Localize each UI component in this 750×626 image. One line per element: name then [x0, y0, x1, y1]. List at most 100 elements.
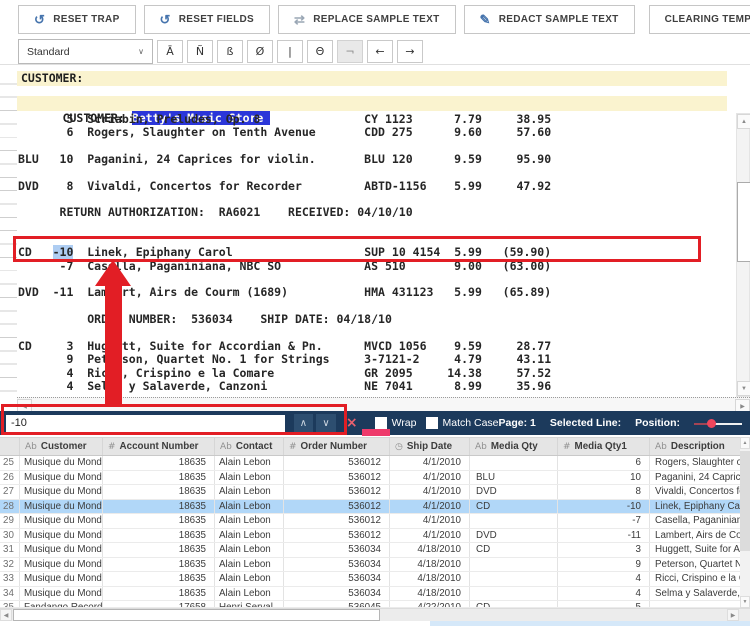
account-number-cell[interactable]: 18635: [103, 485, 215, 499]
customer-cell[interactable]: Musique du Monde: [20, 543, 103, 557]
pattern-char-button[interactable]: ß: [217, 40, 243, 63]
account-number-cell[interactable]: 18635: [103, 514, 215, 528]
scrollbar-thumb[interactable]: [13, 609, 380, 621]
scrollbar-thumb[interactable]: [740, 451, 750, 551]
pattern-char-button[interactable]: ←: [367, 40, 393, 63]
media-qty-cell[interactable]: CD: [470, 500, 558, 514]
description-cell[interactable]: Huggett, Suite for Ac...: [650, 543, 740, 557]
media-qty1-cell[interactable]: 6: [558, 456, 650, 470]
column-header[interactable]: Ab Media Qty: [470, 438, 558, 455]
media-qty-cell[interactable]: DVD: [470, 529, 558, 543]
order-number-cell[interactable]: 536012: [284, 485, 390, 499]
scrollbar-thumb[interactable]: [737, 182, 750, 262]
media-qty-cell[interactable]: CD: [470, 543, 558, 557]
table-row[interactable]: 27 Musique du Monde 18635 Alain Lebon 53…: [0, 485, 740, 500]
toolbar-button[interactable]: ✎ REDACT SAMPLE TEXT: [464, 5, 635, 34]
media-qty1-cell[interactable]: -10: [558, 500, 650, 514]
ship-date-cell[interactable]: 4/1/2010: [390, 456, 470, 470]
column-header[interactable]: # Order Number: [284, 438, 390, 455]
grid-vertical-scrollbar[interactable]: ▲ ▼: [740, 437, 750, 608]
order-number-cell[interactable]: 536012: [284, 529, 390, 543]
table-row[interactable]: 29 Musique du Monde 18635 Alain Lebon 53…: [0, 514, 740, 529]
order-number-cell[interactable]: 536034: [284, 587, 390, 601]
customer-cell[interactable]: Fandango Records: [20, 601, 103, 607]
wrap-checkbox[interactable]: [375, 417, 387, 429]
order-number-cell[interactable]: 536012: [284, 471, 390, 485]
table-row[interactable]: 26 Musique du Monde 18635 Alain Lebon 53…: [0, 471, 740, 486]
order-number-cell[interactable]: 536012: [284, 500, 390, 514]
description-cell[interactable]: Rogers, Slaughter on...: [650, 456, 740, 470]
table-row[interactable]: 30 Musique du Monde 18635 Alain Lebon 53…: [0, 529, 740, 544]
table-row[interactable]: 34 Musique du Monde 18635 Alain Lebon 53…: [0, 587, 740, 602]
account-number-cell[interactable]: 18635: [103, 456, 215, 470]
table-row[interactable]: 35 Fandango Records 17658 Henri Serval 5…: [0, 601, 740, 608]
account-number-cell[interactable]: 18635: [103, 500, 215, 514]
contact-cell[interactable]: Alain Lebon: [215, 485, 284, 499]
account-number-cell[interactable]: 18635: [103, 529, 215, 543]
column-header[interactable]: # Media Qty1: [558, 438, 650, 455]
description-cell[interactable]: Lambert, Airs de Cou...: [650, 529, 740, 543]
scroll-up-icon[interactable]: ▲: [737, 114, 750, 129]
trap-highlight-band[interactable]: CUSTOMER:: [17, 71, 727, 86]
account-number-cell[interactable]: 17658: [103, 601, 215, 607]
contact-cell[interactable]: Alain Lebon: [215, 529, 284, 543]
account-number-cell[interactable]: 18635: [103, 572, 215, 586]
description-cell[interactable]: Vivaldi, Concertos for...: [650, 485, 740, 499]
pattern-char-button[interactable]: Ø: [247, 40, 273, 63]
pattern-char-button[interactable]: |: [277, 40, 303, 63]
contact-cell[interactable]: Alain Lebon: [215, 514, 284, 528]
customer-cell[interactable]: Musique du Monde: [20, 485, 103, 499]
ship-date-cell[interactable]: 4/1/2010: [390, 500, 470, 514]
toolbar-button[interactable]: ↺ RESET TRAP: [18, 5, 136, 34]
panel-splitter-handle[interactable]: [362, 429, 390, 436]
column-header[interactable]: # Account Number: [103, 438, 215, 455]
pattern-char-button[interactable]: ¬: [337, 40, 363, 63]
contact-cell[interactable]: Alain Lebon: [215, 500, 284, 514]
scroll-left-icon[interactable]: ◀: [0, 609, 12, 621]
customer-cell[interactable]: Musique du Monde: [20, 558, 103, 572]
order-number-cell[interactable]: 536034: [284, 572, 390, 586]
ship-date-cell[interactable]: 4/1/2010: [390, 485, 470, 499]
toolbar-button[interactable]: ↺ RESET FIELDS: [144, 5, 270, 34]
contact-cell[interactable]: Alain Lebon: [215, 572, 284, 586]
media-qty-cell[interactable]: [470, 456, 558, 470]
customer-cell[interactable]: Musique du Monde: [20, 587, 103, 601]
media-qty1-cell[interactable]: 5: [558, 601, 650, 607]
pattern-type-select[interactable]: Standard ∨: [18, 39, 153, 64]
media-qty-cell[interactable]: [470, 514, 558, 528]
media-qty-cell[interactable]: [470, 572, 558, 586]
order-number-cell[interactable]: 536012: [284, 456, 390, 470]
toolbar-button[interactable]: ⇄ REPLACE SAMPLE TEXT: [278, 5, 455, 34]
media-qty-cell[interactable]: [470, 558, 558, 572]
column-header[interactable]: ◷ Ship Date: [390, 438, 470, 455]
grid-horizontal-scrollbar[interactable]: ◀ ▶: [0, 608, 750, 621]
ship-date-cell[interactable]: 4/1/2010: [390, 514, 470, 528]
media-qty-cell[interactable]: [470, 587, 558, 601]
customer-cell[interactable]: Musique du Monde: [20, 500, 103, 514]
scroll-down-icon[interactable]: ▼: [737, 381, 750, 396]
account-number-cell[interactable]: 18635: [103, 587, 215, 601]
position-slider[interactable]: [694, 419, 742, 428]
column-header[interactable]: Ab Description: [650, 438, 740, 455]
media-qty1-cell[interactable]: 4: [558, 572, 650, 586]
media-qty1-cell[interactable]: 8: [558, 485, 650, 499]
report-lines[interactable]: 5 Scriabin, Preludes, Op. 8 CY 1123 7.79…: [18, 112, 727, 393]
match-case-checkbox[interactable]: [426, 417, 438, 429]
find-previous-button[interactable]: ∧: [294, 414, 314, 433]
description-cell[interactable]: Paganini, 24 Caprices...: [650, 471, 740, 485]
media-qty-cell[interactable]: DVD: [470, 485, 558, 499]
slider-handle[interactable]: [707, 419, 716, 428]
customer-cell[interactable]: Musique du Monde: [20, 529, 103, 543]
ship-date-cell[interactable]: 4/18/2010: [390, 587, 470, 601]
media-qty1-cell[interactable]: 10: [558, 471, 650, 485]
media-qty1-cell[interactable]: 9: [558, 558, 650, 572]
media-qty1-cell[interactable]: 4: [558, 587, 650, 601]
pattern-char-button[interactable]: Ñ: [187, 40, 213, 63]
report-text-area[interactable]: CUSTOMER: CUSTOMER: Betty's Music Store …: [0, 64, 750, 412]
order-number-cell[interactable]: 536034: [284, 543, 390, 557]
media-qty1-cell[interactable]: -7: [558, 514, 650, 528]
contact-cell[interactable]: Alain Lebon: [215, 558, 284, 572]
contact-cell[interactable]: Alain Lebon: [215, 456, 284, 470]
clearing-template-button[interactable]: CLEARING TEMPLATE ∨: [649, 5, 750, 34]
description-cell[interactable]: Peterson, Quartet No...: [650, 558, 740, 572]
